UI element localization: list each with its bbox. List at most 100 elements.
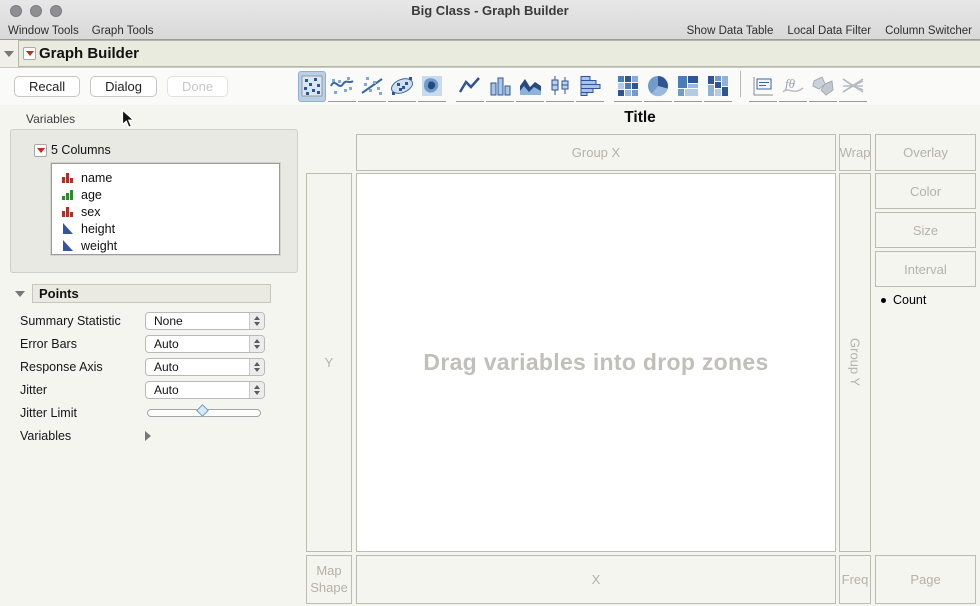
graph-area: Title Group X Wrap Overlay Color Size In… (300, 105, 980, 606)
chart-type-palette: fθ (298, 71, 869, 103)
window-menubar: Window Tools Graph Tools Show Data Table… (0, 22, 980, 39)
menu-graph-tools[interactable]: Graph Tools (92, 25, 154, 37)
response-axis-row: Response Axis Auto (0, 355, 300, 378)
stepper-icon (249, 313, 264, 329)
column-item-sex[interactable]: sex (52, 203, 279, 220)
outline-header: Graph Builder (0, 40, 980, 68)
column-name-label: age (81, 188, 102, 202)
variables-panel: 5 Columns name age sex (10, 129, 298, 273)
drop-zone-map-shape[interactable]: Map Shape (306, 555, 352, 604)
bar-chart-icon[interactable] (486, 71, 514, 102)
menu-window-tools[interactable]: Window Tools (8, 25, 79, 37)
svg-text:fθ: fθ (785, 76, 796, 91)
contour-chart-icon[interactable] (418, 71, 446, 102)
smoother-chart-icon[interactable] (328, 71, 356, 102)
toolbar-separator (740, 71, 741, 97)
drop-zone-color[interactable]: Color (875, 173, 976, 209)
control-panel: Variables 5 Columns name age (0, 105, 300, 606)
columns-header: 5 Columns (51, 143, 111, 157)
drop-zone-size[interactable]: Size (875, 212, 976, 248)
treemap-chart-icon[interactable] (674, 71, 702, 102)
drop-zone-freq[interactable]: Freq (839, 555, 871, 604)
variables-row: Variables (0, 424, 300, 447)
jitter-label: Jitter (20, 383, 145, 397)
continuous-column-icon (61, 239, 74, 252)
summary-statistic-row: Summary Statistic None (0, 309, 300, 332)
column-name-label: sex (81, 205, 100, 219)
ellipse-chart-icon[interactable] (388, 71, 416, 102)
jitter-limit-slider[interactable] (147, 409, 261, 417)
graph-builder-toolbar: Recall Dialog Done (0, 68, 980, 105)
count-legend-item: Count (881, 293, 926, 307)
variables-panel-label: Variables (26, 112, 300, 126)
slider-thumb[interactable] (196, 404, 209, 417)
points-options: Summary Statistic None Error Bars Auto R… (0, 309, 300, 447)
window-chrome: Big Class - Graph Builder Window Tools G… (0, 0, 980, 40)
column-item-name[interactable]: name (52, 169, 279, 186)
outline-collapse-button[interactable] (0, 40, 18, 67)
error-bars-row: Error Bars Auto (0, 332, 300, 355)
jitter-select[interactable]: Auto (145, 381, 265, 399)
stepper-icon (249, 382, 264, 398)
nominal-column-icon (61, 171, 74, 184)
line-chart-icon[interactable] (456, 71, 484, 102)
box-plot-chart-icon[interactable] (546, 71, 574, 102)
drop-zone-group-y[interactable]: Group Y (839, 173, 871, 552)
columns-red-triangle-menu-icon[interactable] (34, 144, 47, 157)
chevron-down-icon (4, 51, 14, 57)
jitter-row: Jitter Auto (0, 378, 300, 401)
drop-zone-interval[interactable]: Interval (875, 251, 976, 287)
summary-statistic-label: Summary Statistic (20, 314, 145, 328)
nominal-column-icon (61, 205, 74, 218)
heatmap-chart-icon[interactable] (614, 71, 642, 102)
red-triangle-menu-icon[interactable] (23, 47, 36, 60)
pie-chart-icon[interactable] (644, 71, 672, 102)
histogram-chart-icon[interactable] (576, 71, 604, 102)
drop-zone-y[interactable]: Y (306, 173, 352, 552)
column-name-label: weight (81, 239, 117, 253)
points-chart-icon[interactable] (298, 71, 326, 102)
points-section-header[interactable]: Points (32, 284, 271, 303)
mosaic-chart-icon[interactable] (704, 71, 732, 102)
menu-column-switcher[interactable]: Column Switcher (885, 25, 972, 37)
error-bars-select[interactable]: Auto (145, 335, 265, 353)
done-button[interactable]: Done (167, 76, 228, 97)
map-shapes-icon[interactable] (809, 71, 837, 102)
summary-statistic-select[interactable]: None (145, 312, 265, 330)
titlebar[interactable]: Big Class - Graph Builder (0, 0, 980, 22)
continuous-column-icon (61, 222, 74, 235)
error-bars-label: Error Bars (20, 337, 145, 351)
drop-zone-wrap[interactable]: Wrap (839, 134, 871, 171)
drop-zone-overlay[interactable]: Overlay (875, 134, 976, 171)
column-item-age[interactable]: age (52, 186, 279, 203)
plot-canvas[interactable]: Drag variables into drop zones (356, 173, 836, 552)
recall-button[interactable]: Recall (14, 76, 80, 97)
formula-icon[interactable]: fθ (779, 71, 807, 102)
window-title: Big Class - Graph Builder (0, 3, 980, 18)
line-of-fit-chart-icon[interactable] (358, 71, 386, 102)
dialog-button[interactable]: Dialog (90, 76, 157, 97)
stepper-icon (249, 359, 264, 375)
ordinal-column-icon (61, 188, 74, 201)
column-name-label: height (81, 222, 115, 236)
parallel-plot-icon[interactable] (839, 71, 867, 102)
outline-title-bar: Graph Builder (18, 40, 980, 67)
area-chart-icon[interactable] (516, 71, 544, 102)
chevron-right-icon[interactable] (145, 431, 151, 441)
drop-zone-x[interactable]: X (356, 555, 836, 604)
response-axis-select[interactable]: Auto (145, 358, 265, 376)
drop-zone-placeholder-text: Drag variables into drop zones (423, 349, 768, 376)
points-collapse-icon[interactable] (15, 291, 25, 297)
menu-local-data-filter[interactable]: Local Data Filter (787, 25, 871, 37)
menu-show-data-table[interactable]: Show Data Table (687, 25, 774, 37)
variables-row-label: Variables (20, 429, 145, 443)
drop-zone-page[interactable]: Page (875, 555, 976, 604)
content-area: Variables 5 Columns name age (0, 105, 980, 606)
column-item-weight[interactable]: weight (52, 237, 279, 254)
stepper-icon (249, 336, 264, 352)
column-item-height[interactable]: height (52, 220, 279, 237)
column-list: name age sex height (51, 163, 280, 255)
graph-title[interactable]: Title (300, 109, 980, 127)
caption-box-icon[interactable] (749, 71, 777, 102)
drop-zone-group-x[interactable]: Group X (356, 134, 836, 171)
